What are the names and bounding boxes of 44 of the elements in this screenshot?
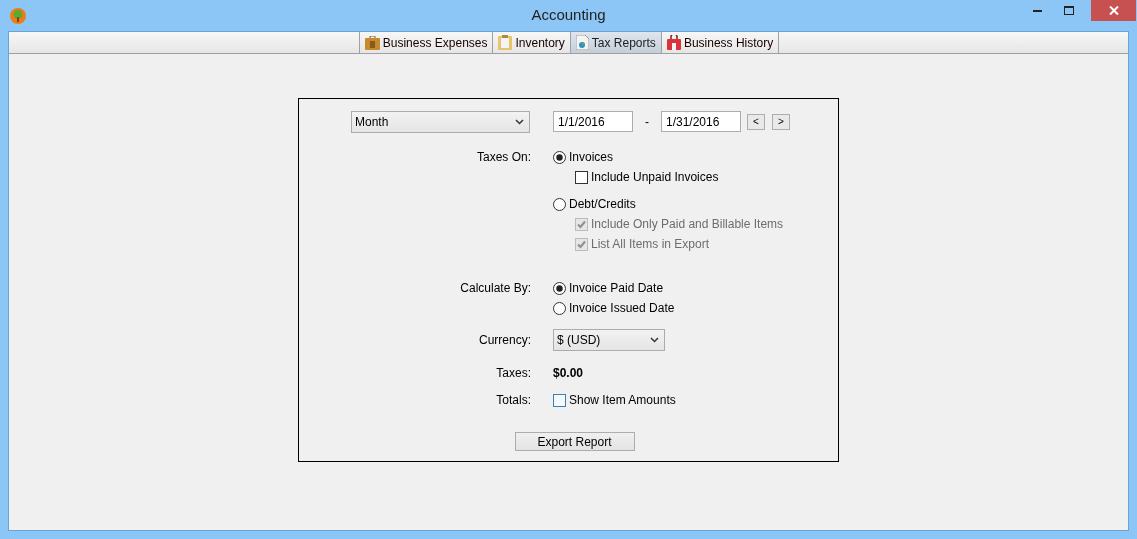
- checkbox[interactable]: [553, 393, 566, 407]
- briefcase-icon: [364, 35, 380, 50]
- tab[interactable]: Inventory: [493, 32, 571, 53]
- chevron-down-icon: [650, 337, 659, 343]
- radio-button[interactable]: [553, 281, 566, 295]
- minimize-icon: [1033, 9, 1043, 12]
- option-label: Include Unpaid Invoices: [591, 169, 719, 186]
- clipboard-icon: [498, 35, 513, 50]
- option-label: Invoices: [569, 149, 614, 166]
- radio-button[interactable]: [553, 150, 566, 164]
- chevron-down-icon: [515, 119, 524, 125]
- option-label: List All Items in Export: [591, 236, 710, 253]
- date-separator: -: [645, 113, 649, 131]
- next-button[interactable]: >: [772, 113, 790, 130]
- tab[interactable]: Business Expenses: [359, 32, 494, 53]
- period-dropdown[interactable]: Month: [351, 111, 530, 133]
- previous-button[interactable]: <: [747, 113, 765, 130]
- calculate-by-label: Calculate By:: [460, 281, 531, 295]
- tab[interactable]: Business History: [661, 32, 780, 53]
- taxes-label: Taxes:: [496, 366, 531, 380]
- taxes-value: $0.00: [553, 365, 584, 382]
- option-label: Invoice Paid Date: [569, 280, 664, 297]
- export-report-button[interactable]: Export Report: [514, 432, 635, 451]
- shopping-bag-icon: [666, 35, 681, 50]
- option-label: Show Item Amounts: [569, 392, 676, 409]
- checkbox[interactable]: [575, 170, 588, 184]
- taxes-on-label: Taxes On:: [476, 150, 531, 164]
- currency-dropdown[interactable]: $ (USD): [553, 329, 665, 351]
- currency-label: Currency:: [479, 333, 531, 347]
- radio-button[interactable]: [553, 197, 566, 211]
- option-label: Debt/Credits: [569, 196, 636, 213]
- start-date-field[interactable]: 1/1/2016: [553, 111, 633, 132]
- option-label: Include Only Paid and Billable Items: [591, 216, 784, 233]
- option-label: Invoice Issued Date: [569, 300, 675, 317]
- report-document-icon: [575, 35, 589, 50]
- close-button[interactable]: [1091, 0, 1136, 21]
- end-date-field[interactable]: 1/31/2016: [661, 111, 741, 132]
- totals-label: Totals:: [496, 393, 531, 407]
- maximize-icon: [1064, 6, 1074, 15]
- radio-button[interactable]: [553, 301, 566, 315]
- app-logo-icon: [9, 6, 27, 25]
- window-title: Accounting: [531, 5, 606, 26]
- close-icon: [1108, 6, 1119, 15]
- tab[interactable]: Tax Reports: [570, 32, 662, 53]
